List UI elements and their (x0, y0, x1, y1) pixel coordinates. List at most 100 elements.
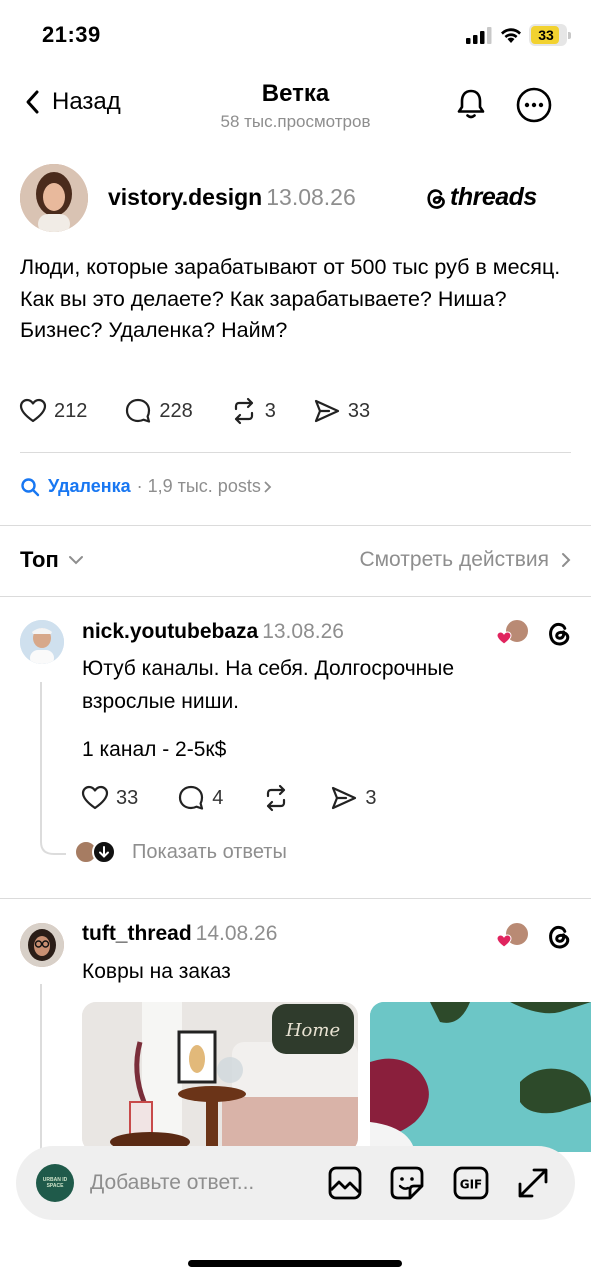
like-count: 33 (116, 786, 139, 809)
author-liked-badge (496, 921, 530, 949)
topic-name[interactable]: Удаленка (48, 476, 131, 497)
svg-text:GIF: GIF (460, 1178, 483, 1192)
divider (0, 596, 591, 597)
thread-line-curve (40, 830, 66, 855)
view-count: 58 тыс.просмотров (220, 112, 371, 131)
status-time: 21:39 (42, 22, 101, 47)
reply-text: взрослые ниши. (82, 690, 240, 713)
share-button[interactable]: 33 (312, 396, 370, 426)
avatar[interactable] (20, 164, 88, 232)
share-icon (332, 786, 357, 810)
like-count: 212 (54, 399, 88, 422)
threads-wordmark: threads (450, 183, 537, 211)
comment-button[interactable]: 4 (176, 783, 223, 813)
avatar-text: URBAN ID SPACE (42, 1177, 68, 1189)
pillow-text: Home (285, 1020, 340, 1041)
status-bar: 21:39 33 (0, 0, 591, 70)
room-photo: Home (82, 1002, 358, 1152)
avatar-photo (20, 620, 64, 664)
reply-text: Ютуб каналы. На себя. Долгосрочные (82, 657, 455, 680)
wifi-icon (501, 28, 521, 43)
threads-icon[interactable] (545, 921, 573, 951)
battery-indicator: 33 (529, 24, 571, 46)
view-activity-label: Смотреть действия (359, 548, 549, 571)
share-button[interactable]: 3 (329, 783, 377, 813)
divider (0, 898, 591, 899)
sort-dropdown[interactable]: Топ (20, 547, 85, 573)
arrow-down-icon (92, 840, 116, 864)
home-indicator (188, 1260, 402, 1267)
repost-button[interactable]: 3 (229, 396, 276, 426)
chevron-down-icon (68, 556, 83, 565)
share-count: 3 (365, 786, 377, 809)
post-author[interactable]: vistory.design 13.08.26 (108, 184, 356, 211)
reply-image[interactable] (370, 1002, 591, 1152)
share-count: 33 (347, 399, 371, 422)
share-icon (314, 399, 339, 423)
heart-icon (19, 398, 47, 423)
avatar-photo (20, 164, 88, 232)
avatar[interactable]: URBAN ID SPACE (36, 1164, 74, 1202)
topic-row[interactable]: Удаленка · 1,9 тыс. posts (20, 476, 273, 497)
heart-icon (496, 934, 512, 948)
heart-icon (496, 631, 512, 645)
reply-date: 14.08.26 (195, 922, 278, 945)
comment-count: 4 (212, 786, 224, 809)
show-replies-button[interactable]: Показать ответы (74, 840, 287, 864)
view-activity-link[interactable]: Смотреть действия (359, 548, 573, 572)
threads-icon (427, 188, 445, 209)
repost-icon (234, 397, 253, 425)
repost-icon (267, 784, 286, 812)
image-icon (328, 1166, 362, 1200)
comment-icon (126, 398, 151, 423)
post-date: 13.08.26 (266, 184, 356, 210)
avatar-photo (20, 923, 64, 967)
like-button[interactable]: 212 (18, 396, 87, 426)
battery-level: 33 (538, 27, 554, 43)
reply-input[interactable] (90, 1168, 310, 1198)
thread-line (40, 984, 42, 1154)
thread-line (40, 682, 42, 842)
sort-label: Топ (20, 547, 59, 572)
topic-meta: · 1,9 тыс. posts (136, 476, 261, 496)
divider (0, 525, 591, 526)
reply-composer: URBAN ID SPACE GIF (16, 1146, 575, 1220)
sticker-icon (390, 1166, 424, 1200)
like-button[interactable]: 33 (80, 783, 138, 813)
repost-count: 3 (264, 399, 276, 422)
signal-icon (466, 27, 492, 44)
reply-actions: 33 4 3 (80, 783, 415, 813)
page-title: Ветка (261, 80, 330, 107)
threads-logo: threads (424, 183, 537, 212)
heart-icon (81, 785, 109, 810)
reply-author[interactable]: tuft_thread 14.08.26 (82, 922, 277, 946)
divider (20, 452, 571, 453)
thread-header: Назад Ветка 58 тыс.просмотров (0, 70, 591, 140)
avatar[interactable] (20, 620, 64, 664)
post-text: Люди, которые зарабатывают от 500 тыс ру… (20, 255, 561, 342)
avatar[interactable] (20, 923, 64, 967)
search-icon (21, 477, 40, 496)
bell-icon[interactable] (453, 86, 489, 122)
threads-icon[interactable] (545, 618, 573, 648)
image-button[interactable] (326, 1164, 364, 1202)
chevron-right-icon (264, 480, 272, 493)
post-actions: 212 228 3 33 (18, 396, 406, 426)
reply-text: 1 канал - 2-5к$ (82, 738, 227, 761)
repost-button[interactable] (261, 783, 291, 813)
gif-button[interactable]: GIF (452, 1164, 490, 1202)
reply-image[interactable]: Home (82, 1002, 358, 1152)
expand-button[interactable] (514, 1164, 552, 1202)
comment-button[interactable]: 228 (123, 396, 193, 426)
reply-author[interactable]: nick.youtubebaza 13.08.26 (82, 620, 344, 644)
comment-icon (179, 785, 204, 810)
more-icon[interactable] (515, 86, 553, 124)
chevron-right-icon (562, 553, 571, 567)
author-liked-badge (496, 618, 530, 646)
reply-date: 13.08.26 (262, 620, 344, 643)
sticker-button[interactable] (388, 1164, 426, 1202)
rug-photo (370, 1002, 591, 1152)
expand-icon (518, 1168, 548, 1198)
reply-text: Ковры на заказ (82, 960, 231, 983)
show-replies-label: Показать ответы (132, 840, 287, 863)
